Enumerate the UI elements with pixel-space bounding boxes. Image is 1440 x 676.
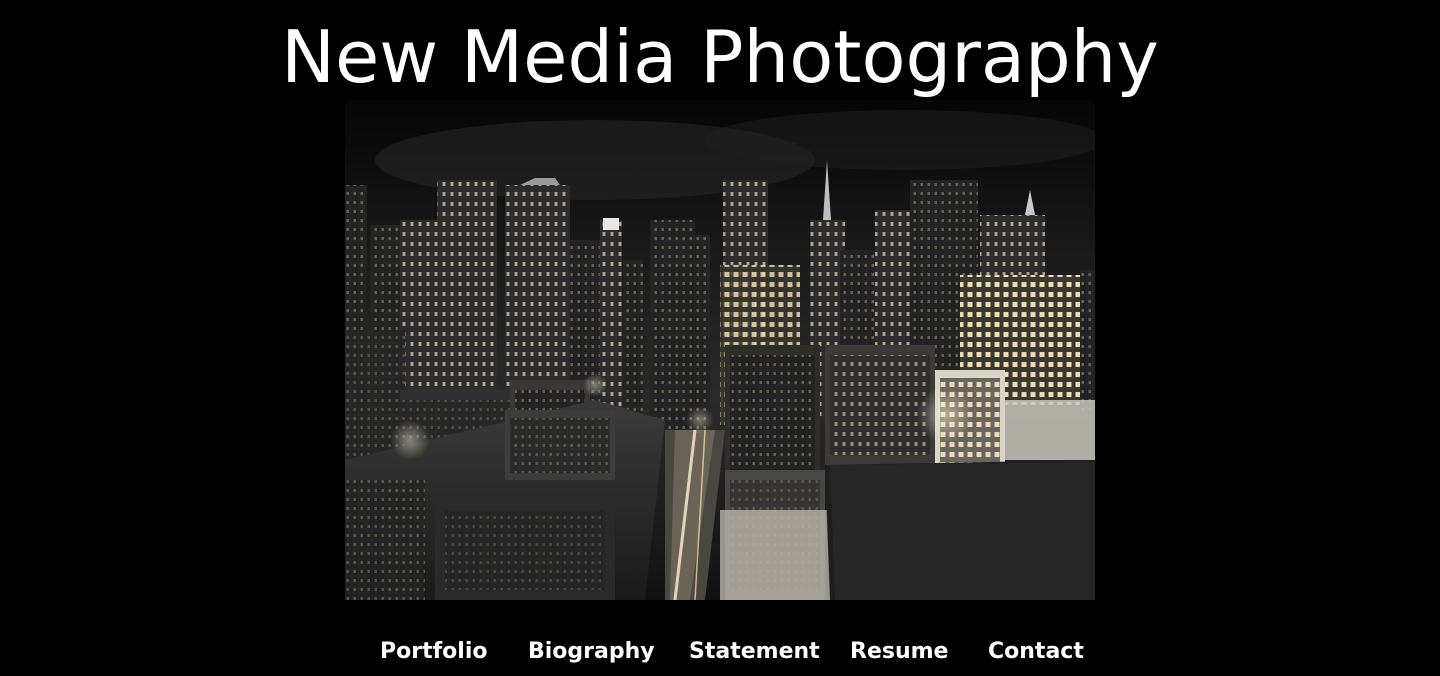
- nav-link-portfolio[interactable]: Portfolio: [380, 630, 488, 674]
- page: New Media Photography Portfolio Biograph…: [0, 0, 1440, 676]
- nav-link-resume[interactable]: Resume: [850, 630, 948, 674]
- hero-cityscape-image: [345, 100, 1095, 600]
- nav-link-biography[interactable]: Biography: [528, 630, 655, 674]
- main-nav: Portfolio Biography Statement Resume Con…: [345, 630, 1095, 674]
- nav-link-contact[interactable]: Contact: [988, 630, 1084, 674]
- site-title: New Media Photography: [281, 15, 1159, 99]
- nav-link-statement[interactable]: Statement: [689, 630, 820, 674]
